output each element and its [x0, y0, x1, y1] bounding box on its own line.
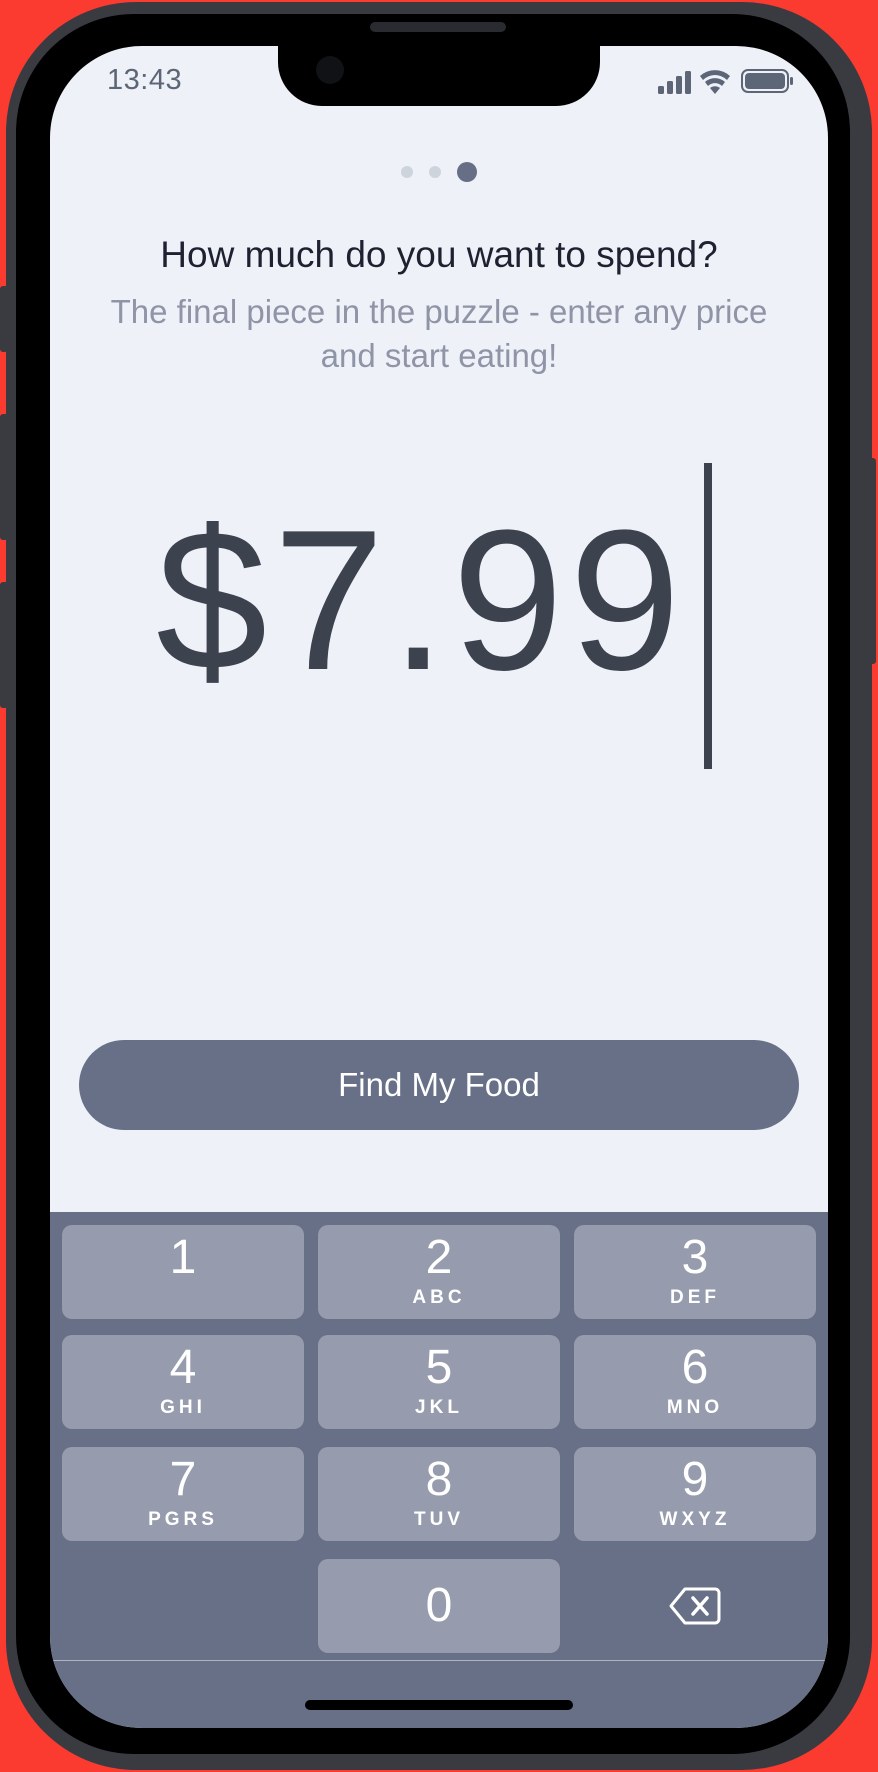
key-9[interactable]: 9 WXYZ	[574, 1447, 816, 1541]
app-screen: 13:43 How much do you want to spend? The…	[50, 46, 828, 1728]
key-digit: 3	[681, 1231, 709, 1284]
key-0[interactable]: 0	[318, 1559, 560, 1653]
key-digit: 4	[169, 1341, 197, 1394]
page-dot-3-active	[457, 162, 477, 182]
key-letters: WXYZ	[659, 1509, 731, 1530]
key-digit: 0	[425, 1579, 453, 1632]
front-camera	[316, 56, 344, 84]
screenshot-stage: 13:43 How much do you want to spend? The…	[0, 0, 878, 1772]
key-letters: PGRS	[148, 1509, 218, 1530]
notch	[278, 46, 600, 106]
key-6[interactable]: 6 MNO	[574, 1335, 816, 1429]
text-cursor	[704, 463, 712, 769]
price-input-value[interactable]: $7.99	[156, 501, 687, 701]
key-4[interactable]: 4 GHI	[62, 1335, 304, 1429]
page-title: How much do you want to spend?	[160, 234, 718, 275]
key-7[interactable]: 7 PGRS	[62, 1447, 304, 1541]
backspace-icon	[669, 1587, 721, 1625]
find-my-food-label: Find My Food	[338, 1066, 540, 1103]
page-subtitle: The final piece in the puzzle - enter an…	[110, 293, 768, 374]
key-letters: DEF	[670, 1287, 720, 1308]
key-digit: 7	[169, 1453, 197, 1506]
home-indicator[interactable]	[305, 1700, 573, 1710]
keyboard-divider	[50, 1660, 828, 1661]
page-indicator	[50, 162, 828, 182]
page-dot-2	[429, 166, 441, 178]
key-letters: MNO	[666, 1397, 724, 1418]
page-dot-1	[401, 166, 413, 178]
key-2[interactable]: 2 ABC	[318, 1225, 560, 1319]
key-letters: ABC	[412, 1287, 466, 1308]
key-digit: 1	[169, 1231, 197, 1284]
status-icons	[658, 66, 798, 96]
key-letters: JKL	[415, 1397, 463, 1418]
numeric-keypad: 1 2 ABC 3 DEF 4 GHI 5 JKL 6 MNO 7 PGRS 8…	[50, 1212, 828, 1728]
key-letters: GHI	[160, 1397, 206, 1418]
speaker-slot	[370, 22, 506, 32]
battery-icon	[741, 69, 793, 93]
key-5[interactable]: 5 JKL	[318, 1335, 560, 1429]
key-letters: TUV	[414, 1509, 464, 1530]
status-time: 13:43	[107, 64, 183, 96]
key-digit: 2	[425, 1231, 453, 1284]
backspace-button[interactable]	[574, 1559, 816, 1653]
cellular-signal-icon	[658, 71, 691, 94]
key-8[interactable]: 8 TUV	[318, 1447, 560, 1541]
key-digit: 5	[425, 1341, 453, 1394]
wifi-icon	[700, 70, 730, 94]
key-digit: 8	[425, 1453, 453, 1506]
key-digit: 9	[681, 1453, 709, 1506]
key-digit: 6	[681, 1341, 709, 1394]
key-3[interactable]: 3 DEF	[574, 1225, 816, 1319]
key-1[interactable]: 1	[62, 1225, 304, 1319]
find-my-food-button[interactable]: Find My Food	[79, 1040, 799, 1130]
